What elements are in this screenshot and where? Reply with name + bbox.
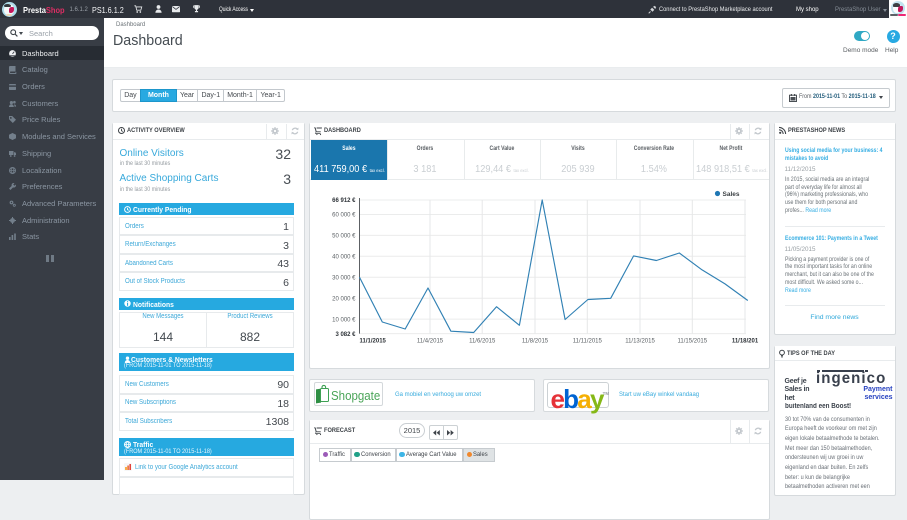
svg-text:11/18/201: 11/18/201 (731, 339, 758, 345)
svg-text:11/8/2015: 11/8/2015 (521, 339, 548, 345)
svg-text:20 000 €: 20 000 € (332, 296, 356, 302)
svg-text:Sales: Sales (722, 191, 739, 198)
svg-text:11/13/2015: 11/13/2015 (625, 339, 655, 345)
svg-text:66 912 €: 66 912 € (332, 198, 356, 204)
svg-text:10 000 €: 10 000 € (332, 317, 356, 323)
svg-text:40 000 €: 40 000 € (332, 255, 356, 261)
svg-text:11/15/2015: 11/15/2015 (677, 339, 707, 345)
svg-text:11/1/2015: 11/1/2015 (359, 339, 386, 345)
svg-text:60 000 €: 60 000 € (332, 213, 356, 219)
svg-text:3 082 €: 3 082 € (335, 332, 356, 338)
svg-text:11/4/2015: 11/4/2015 (416, 339, 443, 345)
svg-text:11/11/2015: 11/11/2015 (572, 339, 602, 345)
svg-text:30 000 €: 30 000 € (332, 276, 356, 282)
svg-text:11/6/2015: 11/6/2015 (469, 339, 496, 345)
svg-text:50 000 €: 50 000 € (332, 234, 356, 240)
